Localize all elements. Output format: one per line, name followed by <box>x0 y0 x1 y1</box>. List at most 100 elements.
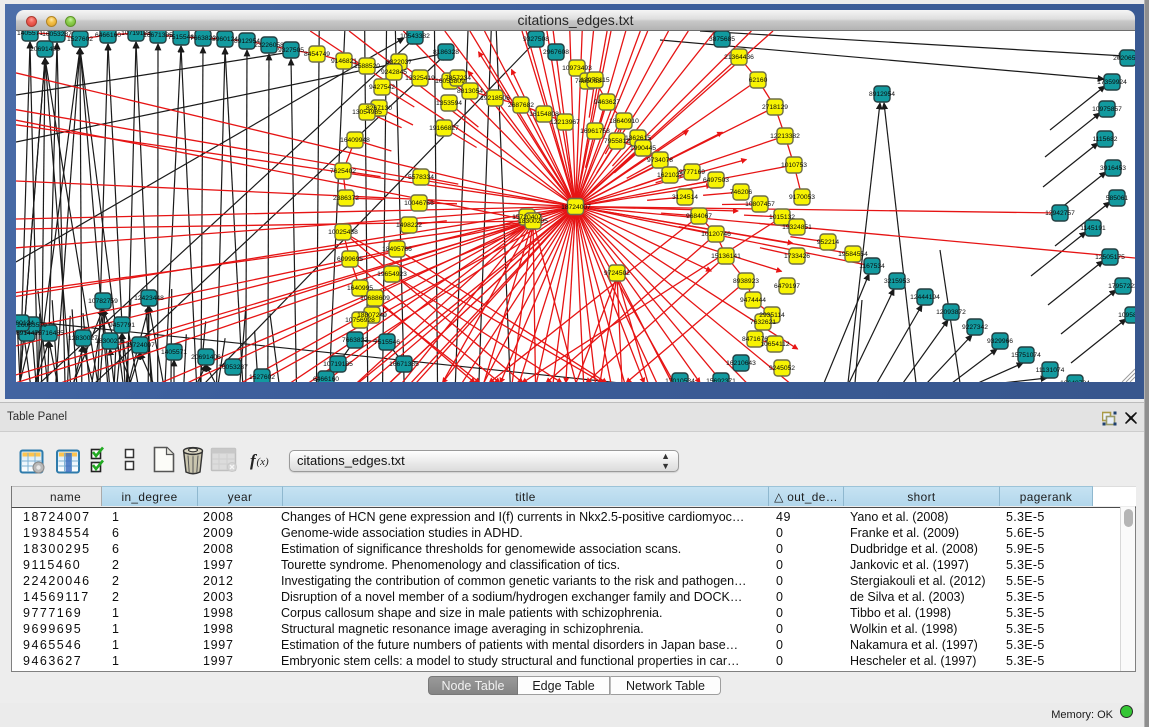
svg-text:6466160: 6466160 <box>95 32 121 39</box>
svg-text:952214: 952214 <box>817 239 840 246</box>
svg-text:10654112: 10654112 <box>760 341 790 348</box>
svg-text:1733426: 1733426 <box>784 253 810 260</box>
svg-text:12213382: 12213382 <box>770 133 800 140</box>
svg-text:1353594: 1353594 <box>436 100 462 107</box>
svg-text:1527602: 1527602 <box>249 374 275 381</box>
svg-text:1115682: 1115682 <box>1092 136 1117 143</box>
svg-text:585061: 585061 <box>1106 195 1129 202</box>
svg-text:3916453: 3916453 <box>1100 165 1126 172</box>
svg-text:7663822: 7663822 <box>342 337 368 344</box>
svg-text:10975857: 10975857 <box>1092 106 1122 113</box>
svg-text:12942757: 12942757 <box>1045 210 1075 217</box>
svg-text:7515546: 7515546 <box>374 339 400 346</box>
svg-text:17957223: 17957223 <box>1108 283 1135 290</box>
svg-text:11131074: 11131074 <box>1036 367 1065 374</box>
svg-text:9227342: 9227342 <box>962 324 988 331</box>
svg-text:16914479: 16914479 <box>16 330 42 337</box>
svg-text:7857234: 7857234 <box>445 75 471 82</box>
svg-text:62160: 62160 <box>749 77 768 84</box>
svg-text:20206576: 20206576 <box>1113 55 1135 62</box>
svg-text:12093872: 12093872 <box>936 309 966 316</box>
svg-text:1588520: 1588520 <box>354 63 380 70</box>
svg-text:12830027: 12830027 <box>68 335 98 342</box>
svg-text:15136141: 15136141 <box>711 253 741 260</box>
svg-text:6497503: 6497503 <box>703 177 729 184</box>
svg-text:20691406: 20691406 <box>30 46 60 53</box>
svg-text:18640910: 18640910 <box>609 118 639 125</box>
svg-text:15692371: 15692371 <box>706 378 736 382</box>
svg-text:9724502: 9724502 <box>604 270 630 277</box>
svg-text:1167534: 1167534 <box>859 263 885 270</box>
svg-text:1145191: 1145191 <box>1080 225 1106 232</box>
svg-text:19166827: 19166827 <box>429 125 459 132</box>
svg-text:18300295: 18300295 <box>95 338 125 345</box>
svg-text:12975115: 12975115 <box>580 77 610 84</box>
svg-text:3875685: 3875685 <box>709 36 735 43</box>
svg-text:9734078: 9734078 <box>647 157 673 164</box>
svg-text:10807457: 10807457 <box>745 201 775 208</box>
svg-text:6479197: 6479197 <box>774 283 800 290</box>
svg-text:1498222: 1498222 <box>396 222 422 229</box>
svg-text:21364436: 21364436 <box>724 54 754 61</box>
svg-text:16409948: 16409948 <box>340 137 370 144</box>
svg-text:3124514: 3124514 <box>672 194 698 201</box>
svg-text:7625402: 7625402 <box>330 168 356 175</box>
svg-text:9463627: 9463627 <box>594 99 620 106</box>
svg-text:16210643: 16210643 <box>726 360 756 367</box>
svg-text:8938923: 8938923 <box>733 278 759 285</box>
svg-text:3215953: 3215953 <box>884 278 910 285</box>
svg-text:2967608: 2967608 <box>543 49 569 56</box>
svg-text:9327505: 9327505 <box>278 47 304 54</box>
svg-text:9327508: 9327508 <box>523 36 549 43</box>
svg-text:9457791: 9457791 <box>109 322 135 329</box>
svg-text:7632621: 7632621 <box>750 319 776 326</box>
svg-text:8813054: 8813054 <box>457 88 483 95</box>
svg-text:9427542: 9427542 <box>369 84 395 91</box>
svg-text:9777169: 9777169 <box>679 169 705 176</box>
svg-text:12423448: 12423448 <box>134 295 164 302</box>
svg-text:18300295: 18300295 <box>518 218 548 225</box>
svg-text:1405571: 1405571 <box>161 349 187 356</box>
svg-text:19584554: 19584554 <box>838 251 868 258</box>
svg-text:8322037: 8322037 <box>386 59 412 66</box>
svg-text:20691406: 20691406 <box>191 354 221 361</box>
svg-text:9242845: 9242845 <box>381 69 407 76</box>
svg-text:10688609: 10688609 <box>360 295 390 302</box>
svg-text:1640995: 1640995 <box>347 285 373 292</box>
svg-text:10120746: 10120746 <box>701 231 731 238</box>
svg-text:19324851: 19324851 <box>782 224 812 231</box>
svg-text:10756928: 10756928 <box>345 317 375 324</box>
svg-text:8186328: 8186328 <box>433 49 459 56</box>
svg-text:2718129: 2718129 <box>762 104 788 111</box>
svg-text:9329966: 9329966 <box>987 338 1013 345</box>
svg-text:13054985: 13054985 <box>352 109 382 116</box>
svg-text:2386372: 2386372 <box>333 195 359 202</box>
svg-text:6466160: 6466160 <box>313 376 339 382</box>
svg-text:10648784: 10648784 <box>1060 380 1090 382</box>
svg-text:9684067: 9684067 <box>686 213 712 220</box>
svg-text:6099695: 6099695 <box>337 256 363 263</box>
svg-text:16961758: 16961758 <box>580 128 610 135</box>
svg-text:10025438: 10025438 <box>328 229 358 236</box>
svg-text:10046766: 10046766 <box>404 200 434 207</box>
svg-text:746206: 746206 <box>730 189 753 196</box>
svg-text:17010534: 17010534 <box>665 378 695 382</box>
svg-text:16154808: 16154808 <box>529 111 559 118</box>
svg-text:10958127: 10958127 <box>1118 312 1135 319</box>
svg-text:19218506: 19218506 <box>480 95 510 102</box>
svg-text:1362615: 1362615 <box>625 135 651 142</box>
svg-text:(x): (x) <box>257 456 270 468</box>
svg-text:2935114: 2935114 <box>759 312 785 319</box>
svg-text:9245052: 9245052 <box>769 365 795 372</box>
svg-text:1010753: 1010753 <box>781 162 807 169</box>
svg-text:1527602: 1527602 <box>67 36 93 43</box>
svg-text:9474444: 9474444 <box>740 297 766 304</box>
svg-text:8912954: 8912954 <box>869 91 895 98</box>
svg-text:1015132: 1015132 <box>769 214 795 221</box>
svg-text:19654923: 19654923 <box>377 271 407 278</box>
svg-text:12505175: 12505175 <box>1095 254 1125 261</box>
svg-text:10782759: 10782759 <box>88 298 118 305</box>
svg-text:5578334: 5578334 <box>408 174 434 181</box>
svg-text:18724007: 18724007 <box>125 342 155 349</box>
svg-text:12213967: 12213967 <box>550 119 580 126</box>
